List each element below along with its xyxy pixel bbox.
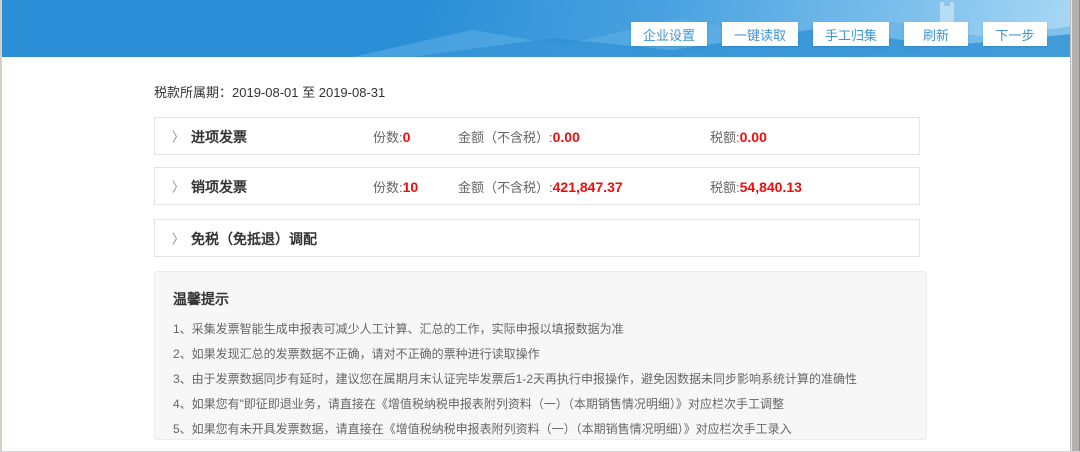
- header-toolbar: 企业设置 一键读取 手工归集 刷新 下一步: [631, 22, 1047, 46]
- invoice-amount: 金额（不含税）:0.00: [458, 118, 580, 157]
- tax-period: 税款所属期：2019-08-01 至 2019-08-31: [154, 82, 385, 101]
- tip-item: 3、由于发票数据同步有延时，建议您在属期月末认证完毕发票后1-2天再执行申报操作…: [173, 367, 914, 392]
- tips-panel: 温馨提示 1、采集发票智能生成申报表可减少人工计算、汇总的工作，实际申报以填报数…: [154, 271, 927, 440]
- invoice-tax: 税额:54,840.13: [710, 168, 802, 207]
- invoice-tax: 税额:0.00: [710, 118, 767, 157]
- one-click-read-button[interactable]: 一键读取: [722, 22, 798, 46]
- row-title: 免税（免抵退）调配: [191, 220, 317, 258]
- tax-period-label: 税款所属期：: [154, 85, 232, 100]
- page-header: 企业设置 一键读取 手工归集 刷新 下一步: [2, 0, 1072, 57]
- tax-period-value: 2019-08-01 至 2019-08-31: [232, 85, 385, 100]
- next-step-button[interactable]: 下一步: [983, 22, 1047, 46]
- tip-item: 1、采集发票智能生成申报表可减少人工计算、汇总的工作，实际申报以填报数据为准: [173, 317, 914, 342]
- row-title: 销项发票: [191, 168, 247, 206]
- main-content: 税款所属期：2019-08-01 至 2019-08-31 〉 进项发票 份数:…: [2, 57, 1072, 452]
- manual-collect-button[interactable]: 手工归集: [813, 22, 889, 46]
- invoice-count: 份数:0: [373, 118, 410, 157]
- row-input-invoices[interactable]: 〉 进项发票 份数:0 金额（不含税）:0.00 税额:0.00: [154, 117, 920, 155]
- vertical-scrollbar[interactable]: [1070, 0, 1080, 452]
- chevron-right-icon: 〉: [172, 218, 184, 260]
- chevron-right-icon: 〉: [172, 116, 184, 158]
- invoice-amount: 金额（不含税）:421,847.37: [458, 168, 623, 207]
- row-title: 进项发票: [191, 118, 247, 156]
- tip-item: 5、如果您有未开具发票数据，请直接在《增值税纳税申报表附列资料（一）（本期销售情…: [173, 417, 914, 442]
- scrollbar-thumb[interactable]: [1072, 0, 1079, 452]
- chevron-right-icon: 〉: [172, 166, 184, 208]
- row-tax-free-allocation[interactable]: 〉 免税（免抵退）调配: [154, 219, 920, 257]
- refresh-button[interactable]: 刷新: [904, 22, 968, 46]
- row-output-invoices[interactable]: 〉 销项发票 份数:10 金额（不含税）:421,847.37 税额:54,84…: [154, 167, 920, 205]
- tip-item: 2、如果发现汇总的发票数据不正确，请对不正确的票种进行读取操作: [173, 342, 914, 367]
- tips-title: 温馨提示: [173, 289, 926, 309]
- app-window: 企业设置 一键读取 手工归集 刷新 下一步 税款所属期：2019-08-01 至…: [0, 0, 1080, 452]
- enterprise-settings-button[interactable]: 企业设置: [631, 22, 707, 46]
- invoice-count: 份数:10: [373, 168, 418, 207]
- tip-item: 4、如果您有"即征即退业务，请直接在《增值税纳税申报表附列资料（一）（本期销售情…: [173, 392, 914, 417]
